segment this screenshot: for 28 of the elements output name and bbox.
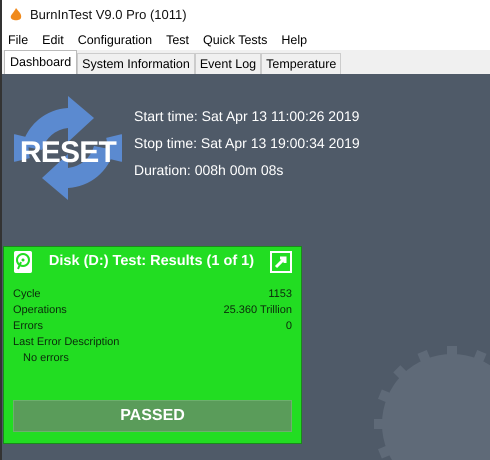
menu-item[interactable]: Edit	[42, 30, 64, 50]
tab[interactable]: System Information	[77, 53, 195, 74]
stat-value: 0	[286, 319, 292, 334]
menu-item[interactable]: Quick Tests	[203, 30, 268, 50]
time-text: Duration: 008h 00m 08s	[134, 160, 284, 180]
hard-drive-icon	[13, 250, 33, 274]
window-title: BurnInTest V9.0 Pro (1011)	[30, 6, 187, 24]
time-text: Stop time: Sat Apr 13 19:00:34 2019	[134, 134, 360, 153]
tab[interactable]: Temperature	[261, 53, 342, 74]
stat-value: 1153	[268, 287, 292, 302]
app-flame-icon	[10, 8, 22, 22]
menu-item[interactable]: Configuration	[78, 30, 152, 50]
menu-item[interactable]: Help	[281, 30, 308, 50]
stat-label: Last Error Description	[13, 335, 120, 350]
tab[interactable]: Event Log	[194, 53, 262, 74]
stat-label: Errors	[13, 319, 43, 334]
tab[interactable]: Dashboard	[4, 50, 78, 74]
stat-value: 25.360 Trillion	[224, 303, 292, 318]
stat-label: Operations	[13, 303, 67, 318]
stat-label: Cycle	[13, 287, 41, 302]
arrow-icon	[274, 255, 288, 269]
error-description: No errors	[22, 351, 70, 366]
menu-item[interactable]: File	[8, 30, 28, 50]
time-text: Start time: Sat Apr 13 11:00:26 2019	[134, 106, 360, 126]
menu-item[interactable]: Test	[166, 30, 189, 50]
card-title: Disk (D:) Test: Results (1 of 1)	[48, 252, 254, 272]
status-text: PASSED	[120, 406, 185, 426]
expand-button[interactable]	[270, 251, 292, 273]
